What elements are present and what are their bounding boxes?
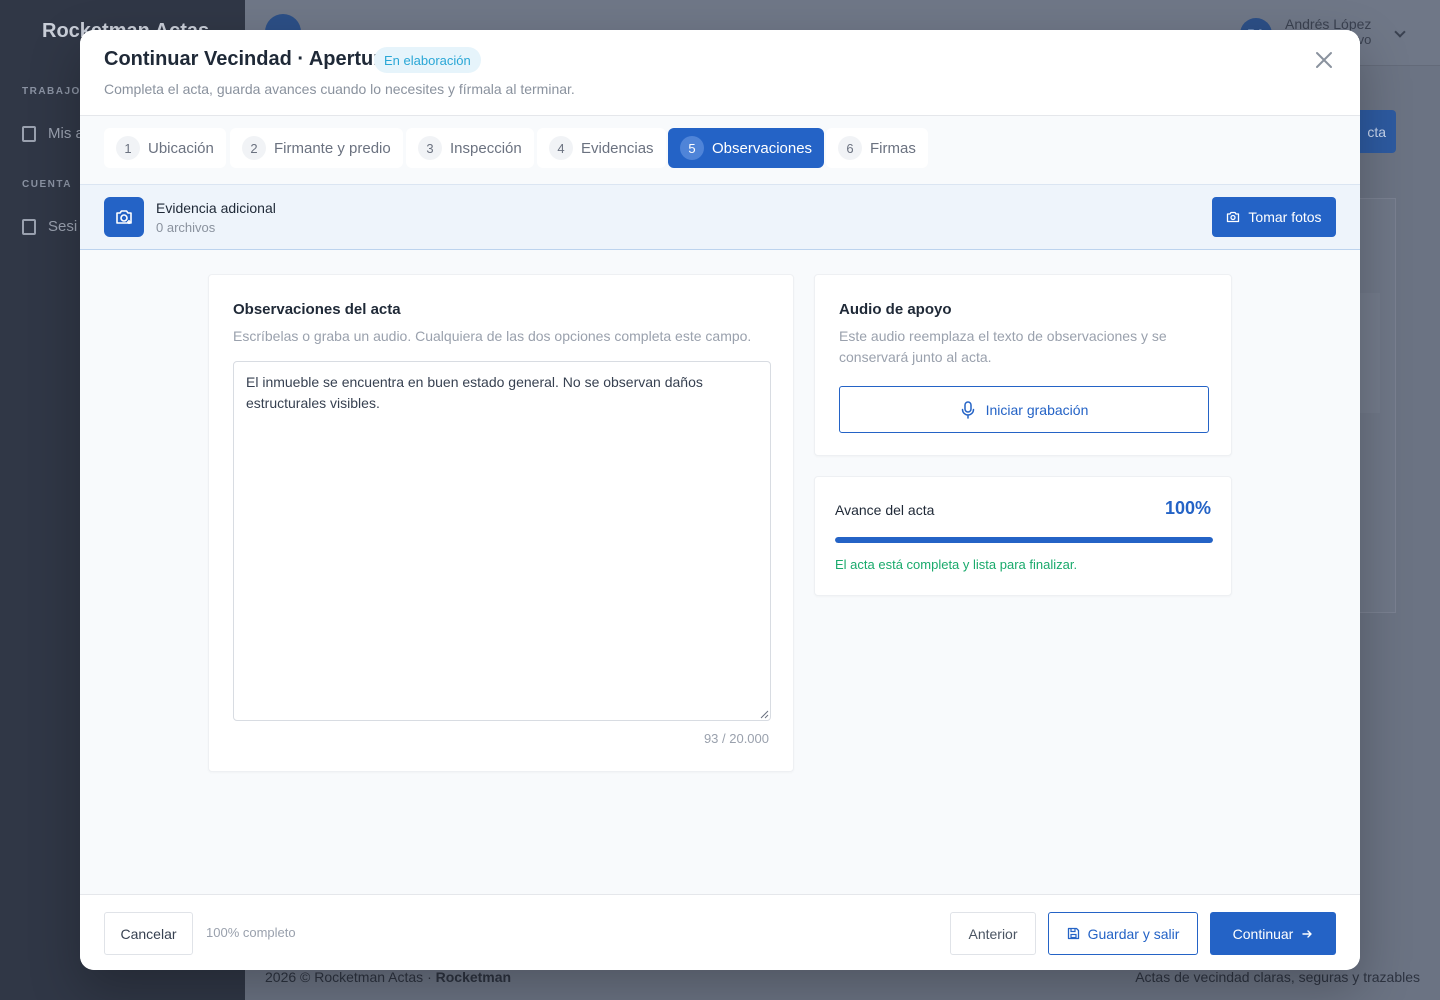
observations-description: Escríbelas o graba un audio. Cualquiera …	[233, 328, 752, 344]
start-recording-button[interactable]: Iniciar grabación	[839, 386, 1209, 433]
step-number: 5	[680, 136, 704, 160]
stepper: 1 Ubicación 2 Firmante y predio 3 Inspecció…	[80, 116, 1360, 184]
step-observaciones[interactable]: 5 Observaciones	[668, 128, 825, 168]
microphone-icon	[961, 400, 974, 419]
step-label: Firmas	[870, 139, 916, 157]
step-label: Evidencias	[581, 139, 654, 157]
cancel-button[interactable]: Cancelar	[104, 912, 193, 955]
take-photos-button[interactable]: Tomar fotos	[1212, 197, 1336, 237]
progress-bar-fill	[835, 537, 1213, 543]
observations-textarea[interactable]: El inmueble se encuentra en buen estado …	[233, 361, 771, 721]
modal-header: Continuar Vecindad · Apertura En elabora…	[80, 30, 1360, 116]
status-badge: En elaboración	[374, 47, 481, 73]
observations-title: Observaciones del acta	[233, 301, 401, 318]
background-section-cuenta: CUENTA	[22, 179, 72, 190]
step-label: Inspección	[450, 139, 522, 157]
step-number: 2	[242, 136, 266, 160]
close-icon	[1316, 52, 1332, 68]
step-evidencias[interactable]: 4 Evidencias	[537, 128, 666, 168]
devices-icon	[22, 218, 36, 235]
audio-title: Audio de apoyo	[839, 301, 952, 318]
observations-panel: Observaciones del acta Escríbelas o grab…	[208, 274, 794, 772]
footer-progress-text: 100% completo	[206, 925, 296, 940]
save-icon	[1067, 927, 1079, 940]
clipboard-icon	[22, 125, 36, 142]
progress-value: 100%	[1164, 498, 1211, 518]
step-label: Ubicación	[148, 139, 214, 157]
step-number: 4	[549, 136, 573, 160]
modal-subtitle: Completa el acta, guarda avances cuando …	[104, 81, 575, 97]
resize-grip-icon[interactable]	[759, 709, 769, 719]
previous-button[interactable]: Anterior	[950, 912, 1036, 955]
step-number: 6	[838, 136, 862, 160]
take-photos-label: Tomar fotos	[1248, 209, 1322, 225]
close-button[interactable]	[1310, 46, 1338, 74]
modal-content: Observaciones del acta Escríbelas o grab…	[80, 250, 1360, 894]
step-number: 3	[418, 136, 442, 160]
step-label: Firmante y predio	[274, 139, 391, 157]
start-recording-label: Iniciar grabación	[985, 401, 1089, 418]
background-footer-left: 2026 © Rocketman Actas · Rocketman	[265, 969, 512, 985]
progress-bar	[835, 537, 1213, 543]
save-and-exit-button[interactable]: Guardar y salir	[1048, 912, 1198, 955]
modal-title: Continuar Vecindad · Apertura	[104, 48, 393, 70]
evidence-title: Evidencia adicional	[156, 200, 276, 216]
progress-label: Avance del acta	[835, 502, 935, 518]
camera-plus-icon	[104, 197, 144, 237]
background-footer-right: Actas de vecindad claras, seguras y traz…	[1135, 969, 1420, 985]
background-section-trabajo: TRABAJO	[22, 86, 81, 97]
continue-label: Continuar	[1232, 925, 1294, 942]
modal-footer: Cancelar 100% completo Anterior Guardar …	[80, 894, 1360, 970]
camera-icon	[1227, 211, 1240, 223]
arrow-right-icon	[1302, 929, 1313, 938]
evidence-bar: Evidencia adicional 0 archivos Tomar fot…	[80, 184, 1360, 250]
modal-dialog: Continuar Vecindad · Apertura En elabora…	[80, 30, 1360, 970]
char-count: 93 / 20.000	[703, 731, 769, 746]
audio-description: Este audio reemplaza el texto de observa…	[839, 328, 1167, 365]
continue-button[interactable]: Continuar	[1210, 912, 1336, 955]
progress-panel: Avance del acta 100% El acta está comple…	[814, 476, 1232, 596]
step-number: 1	[116, 136, 140, 160]
step-label: Observaciones	[712, 139, 813, 157]
step-ubicacion[interactable]: 1 Ubicación	[104, 128, 226, 168]
evidence-count: 0 archivos	[156, 220, 216, 235]
step-inspeccion[interactable]: 3 Inspección	[406, 128, 534, 168]
save-and-exit-label: Guardar y salir	[1087, 925, 1180, 942]
step-firmante-y-predio[interactable]: 2 Firmante y predio	[230, 128, 403, 168]
background-nav-item: Sesi	[22, 218, 77, 235]
audio-panel: Audio de apoyo Este audio reemplaza el t…	[814, 274, 1232, 456]
step-firmas[interactable]: 6 Firmas	[826, 128, 928, 168]
progress-message: El acta está completa y lista para final…	[835, 557, 1078, 572]
background-nav-item: Mis a	[22, 125, 84, 142]
